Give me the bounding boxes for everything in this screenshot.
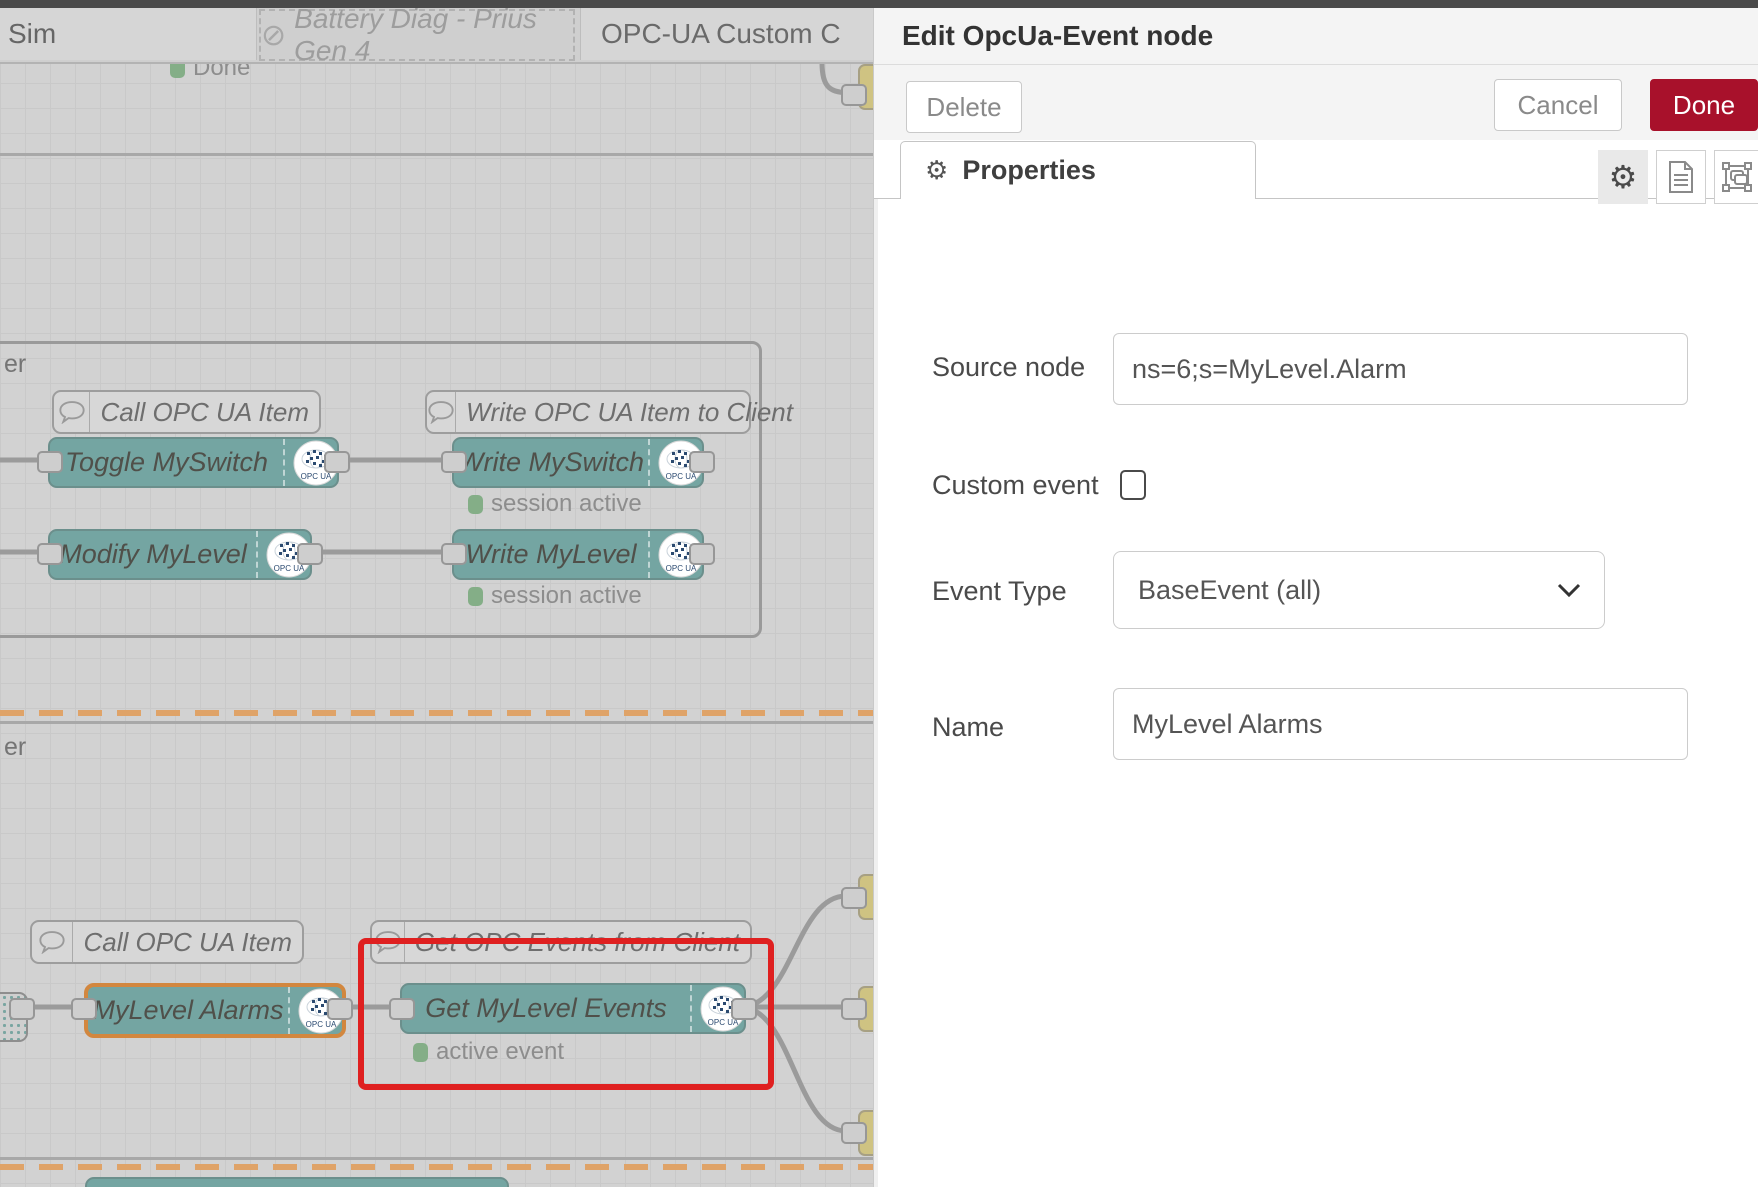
node-modify-mylevel[interactable]: Modify MyLevel OPC UA [48, 529, 312, 580]
node-appearance-button[interactable] [1714, 150, 1758, 204]
edit-panel-toolbar: Delete Cancel Done [874, 65, 1758, 140]
status-dot [468, 587, 483, 606]
event-type-label: Event Type [932, 576, 1067, 607]
annotation-box-get-events [358, 938, 774, 1090]
workspace-tab-battery-diag[interactable]: ⊘ Battery Diag - Prius Gen 4 [259, 9, 575, 61]
port-in[interactable] [441, 451, 467, 473]
gear-icon: ⚙ [1609, 158, 1638, 196]
node-status-session-active-2: session active [468, 582, 642, 610]
tab-properties[interactable]: ⚙ Properties [900, 141, 1256, 199]
workspace-tabbar: Sim ⊘ Battery Diag - Prius Gen 4 OPC-UA … [0, 8, 874, 64]
comment-write-opcua[interactable]: Write OPC UA Item to Client [425, 390, 751, 434]
appearance-icon [1722, 162, 1752, 192]
source-node-input[interactable] [1113, 333, 1688, 405]
port-out[interactable] [327, 998, 353, 1020]
app-header-bar [0, 0, 1758, 8]
name-label: Name [932, 712, 1004, 743]
port-out[interactable] [689, 451, 715, 473]
speech-bubble-icon [32, 922, 73, 962]
port-out[interactable] [689, 543, 715, 565]
port-in[interactable] [841, 84, 867, 106]
edit-panel-header: Edit OpcUa-Event node [874, 8, 1758, 65]
speech-bubble-icon [54, 392, 90, 432]
cancel-button[interactable]: Cancel [1494, 79, 1622, 131]
node-write-mylevel[interactable]: Write MyLevel OPC UA [452, 529, 704, 580]
port-out[interactable] [9, 998, 35, 1020]
custom-event-checkbox[interactable] [1120, 470, 1146, 500]
port-in[interactable] [37, 543, 63, 565]
flow-canvas[interactable]: er er Done Call OPC UA Item [0, 8, 874, 1187]
status-dot [468, 495, 483, 514]
port-out[interactable] [324, 451, 350, 473]
name-input[interactable] [1113, 688, 1688, 760]
node-write-myswitch[interactable]: Write MySwitch OPC UA [452, 437, 704, 488]
edit-panel-title: Edit OpcUa-Event node [874, 20, 1213, 52]
port-out[interactable] [297, 543, 323, 565]
port-in[interactable] [37, 451, 63, 473]
workspace-tab-opcua-custom[interactable]: OPC-UA Custom C [580, 8, 895, 60]
gear-icon: ⚙ [925, 155, 948, 186]
node-status-session-active-1: session active [468, 490, 642, 518]
source-node-label: Source node [932, 352, 1085, 383]
chevron-down-icon [1556, 582, 1582, 598]
comment-call-opcua-2[interactable]: Call OPC UA Item [30, 920, 304, 964]
port-in[interactable] [71, 998, 97, 1020]
document-icon [1668, 161, 1694, 193]
speech-bubble-icon [427, 392, 456, 432]
disabled-flow-icon: ⊘ [261, 18, 286, 53]
port-in[interactable] [841, 1122, 867, 1144]
node-description-button[interactable] [1656, 150, 1706, 204]
event-type-select[interactable]: BaseEvent (all) [1113, 551, 1605, 629]
delete-button[interactable]: Delete [906, 81, 1022, 133]
port-in[interactable] [841, 998, 867, 1020]
node-properties-button[interactable]: ⚙ [1598, 150, 1648, 204]
workspace-tab-sim[interactable]: Sim [0, 8, 257, 60]
node-partial-bottom[interactable] [85, 1177, 509, 1187]
port-in[interactable] [841, 887, 867, 909]
custom-event-label: Custom event [932, 470, 1099, 501]
comment-call-opcua-1[interactable]: Call OPC UA Item [52, 390, 321, 434]
done-button[interactable]: Done [1650, 79, 1758, 131]
node-toggle-myswitch[interactable]: Toggle MySwitch OPC UA [48, 437, 339, 488]
svg-text:OPC UA: OPC UA [306, 1020, 337, 1029]
node-mylevel-alarms[interactable]: MyLevel Alarms OPC UA [84, 983, 346, 1038]
port-in[interactable] [441, 543, 467, 565]
